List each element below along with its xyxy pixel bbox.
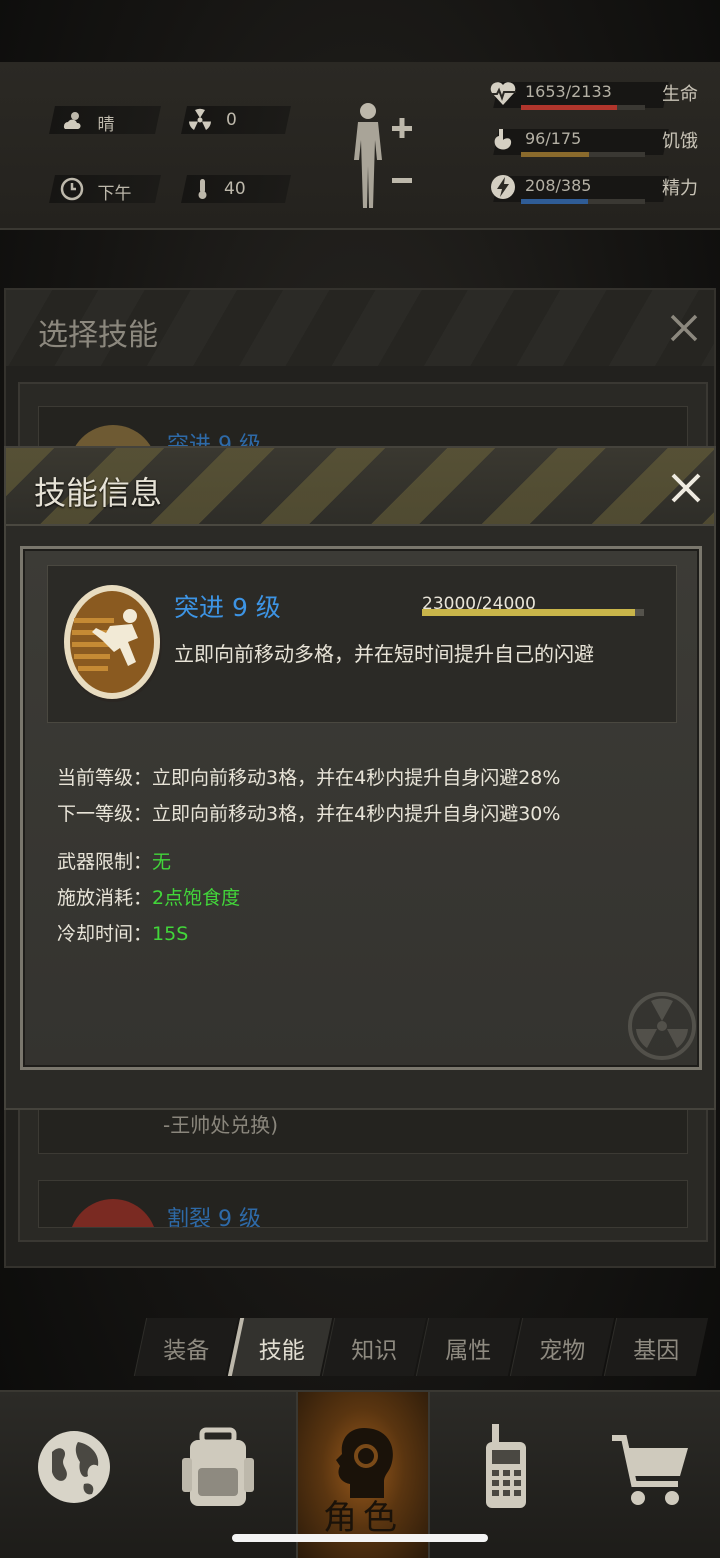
skill-info-header: 技能信息: [6, 448, 714, 526]
sun-cloud-icon: [63, 112, 81, 129]
weather-cell: 晴: [49, 106, 161, 135]
backpack-icon: [182, 1427, 254, 1506]
cooldown-value: 15S: [152, 923, 189, 945]
health-bar: [521, 105, 645, 110]
temperature-cell: 40: [181, 175, 291, 203]
hunger-bar: [521, 152, 645, 157]
energy-stat: 208/385 精力: [488, 172, 720, 212]
next-level-line: 下一等级：立即向前移动3格，并在4秒内提升自身闪避30%: [57, 799, 560, 826]
globe-icon: [38, 1431, 110, 1503]
home-indicator[interactable]: [232, 1534, 488, 1542]
close-icon[interactable]: [666, 468, 706, 508]
cooldown-line: 冷却时间：15S: [57, 919, 188, 946]
bottom-nav: 角色: [0, 1390, 720, 1558]
health-label: 生命: [662, 84, 698, 105]
hunger-label: 饥饿: [662, 131, 698, 152]
weather-text: 晴: [97, 115, 115, 135]
stomach-icon: [494, 129, 512, 150]
select-skill-header: 选择技能: [6, 290, 714, 366]
tab-skills[interactable]: 技能: [227, 1318, 333, 1376]
exp-bar: [422, 609, 644, 616]
skill-info-body: 突进 9 级 23000/24000 立即向前移动多格，并在短时间提升自己的闪避…: [20, 546, 702, 1070]
body-status-icon[interactable]: [348, 100, 420, 212]
cast-cost-line: 施放消耗：2点饱食度: [57, 883, 240, 910]
nav-character-label: 角色: [323, 1498, 403, 1538]
cast-cost-value: 2点饱食度: [152, 887, 241, 909]
radiation-value: 0: [226, 110, 237, 130]
tab-pets[interactable]: 宠物: [509, 1318, 615, 1376]
cast-cost-label: 施放消耗：: [57, 887, 153, 909]
exp-bar-fill: [422, 609, 635, 616]
thermometer-icon: [198, 179, 207, 199]
tab-attributes[interactable]: 属性: [415, 1318, 521, 1376]
skill-description: 立即向前移动多格，并在短时间提升自己的闪避: [174, 642, 594, 666]
list-item[interactable]: 割裂 9 级: [38, 1180, 688, 1228]
skill-icon: [69, 1199, 157, 1227]
nav-shop[interactable]: [576, 1392, 720, 1558]
clock-icon: [60, 177, 84, 201]
current-level-text: 立即向前移动3格，并在4秒内提升自身闪避28%: [152, 767, 561, 789]
radiation-icon: [628, 992, 696, 1060]
tab-genes[interactable]: 基因: [603, 1318, 709, 1376]
tab-equipment[interactable]: 装备: [133, 1318, 239, 1376]
time-of-day: 下午: [97, 184, 132, 204]
nav-world[interactable]: [0, 1392, 144, 1558]
skill-card: 突进 9 级 23000/24000 立即向前移动多格，并在短时间提升自己的闪避: [47, 565, 677, 723]
heart-icon: [490, 82, 516, 105]
radiation-cell: 0: [181, 106, 291, 134]
current-level-label: 当前等级：: [57, 767, 153, 789]
weapon-limit-line: 武器限制：无: [57, 847, 171, 874]
energy-value: 208/385: [525, 176, 592, 195]
health-stat: 1653/2133 生命: [488, 78, 720, 118]
dash-skill-icon: [64, 585, 162, 702]
weapon-limit-value: 无: [152, 851, 172, 873]
weapon-limit-label: 武器限制：: [57, 851, 153, 873]
game-screen: 晴 0 下午 40 1653/2133 生命 96/175 饥饿 208/385…: [0, 0, 720, 1558]
character-tabs: 装备 技能 知识 属性 宠物 基因: [130, 1318, 720, 1376]
skill-info-modal: 技能信息 突进 9 级 23000/24000 立即向前移动多格，并在短时间提升…: [4, 446, 716, 1110]
status-hud: 晴 0 下午 40 1653/2133 生命 96/175 饥饿 208/385…: [0, 62, 720, 230]
energy-bar: [521, 199, 645, 204]
walkie-talkie-icon: [486, 1424, 526, 1508]
tab-knowledge[interactable]: 知识: [321, 1318, 427, 1376]
temperature-value: 40: [224, 179, 246, 199]
next-level-text: 立即向前移动3格，并在4秒内提升自身闪避30%: [152, 803, 561, 825]
energy-icon: [491, 175, 515, 199]
modal-title: 技能信息: [34, 474, 163, 512]
close-icon[interactable]: [666, 310, 702, 346]
energy-label: 精力: [662, 178, 698, 199]
current-level-line: 当前等级：立即向前移动3格，并在4秒内提升自身闪避28%: [57, 763, 560, 790]
skill-name: 突进 9 级: [174, 593, 281, 622]
hunger-value: 96/175: [525, 129, 582, 148]
cart-icon: [612, 1435, 688, 1505]
select-skill-title: 选择技能: [38, 318, 158, 353]
radiation-icon: [189, 108, 211, 130]
next-level-label: 下一等级：: [57, 803, 153, 825]
time-cell: 下午: [49, 175, 161, 204]
cooldown-label: 冷却时间：: [57, 923, 153, 945]
hunger-stat: 96/175 饥饿: [488, 125, 720, 165]
health-value: 1653/2133: [525, 82, 612, 101]
